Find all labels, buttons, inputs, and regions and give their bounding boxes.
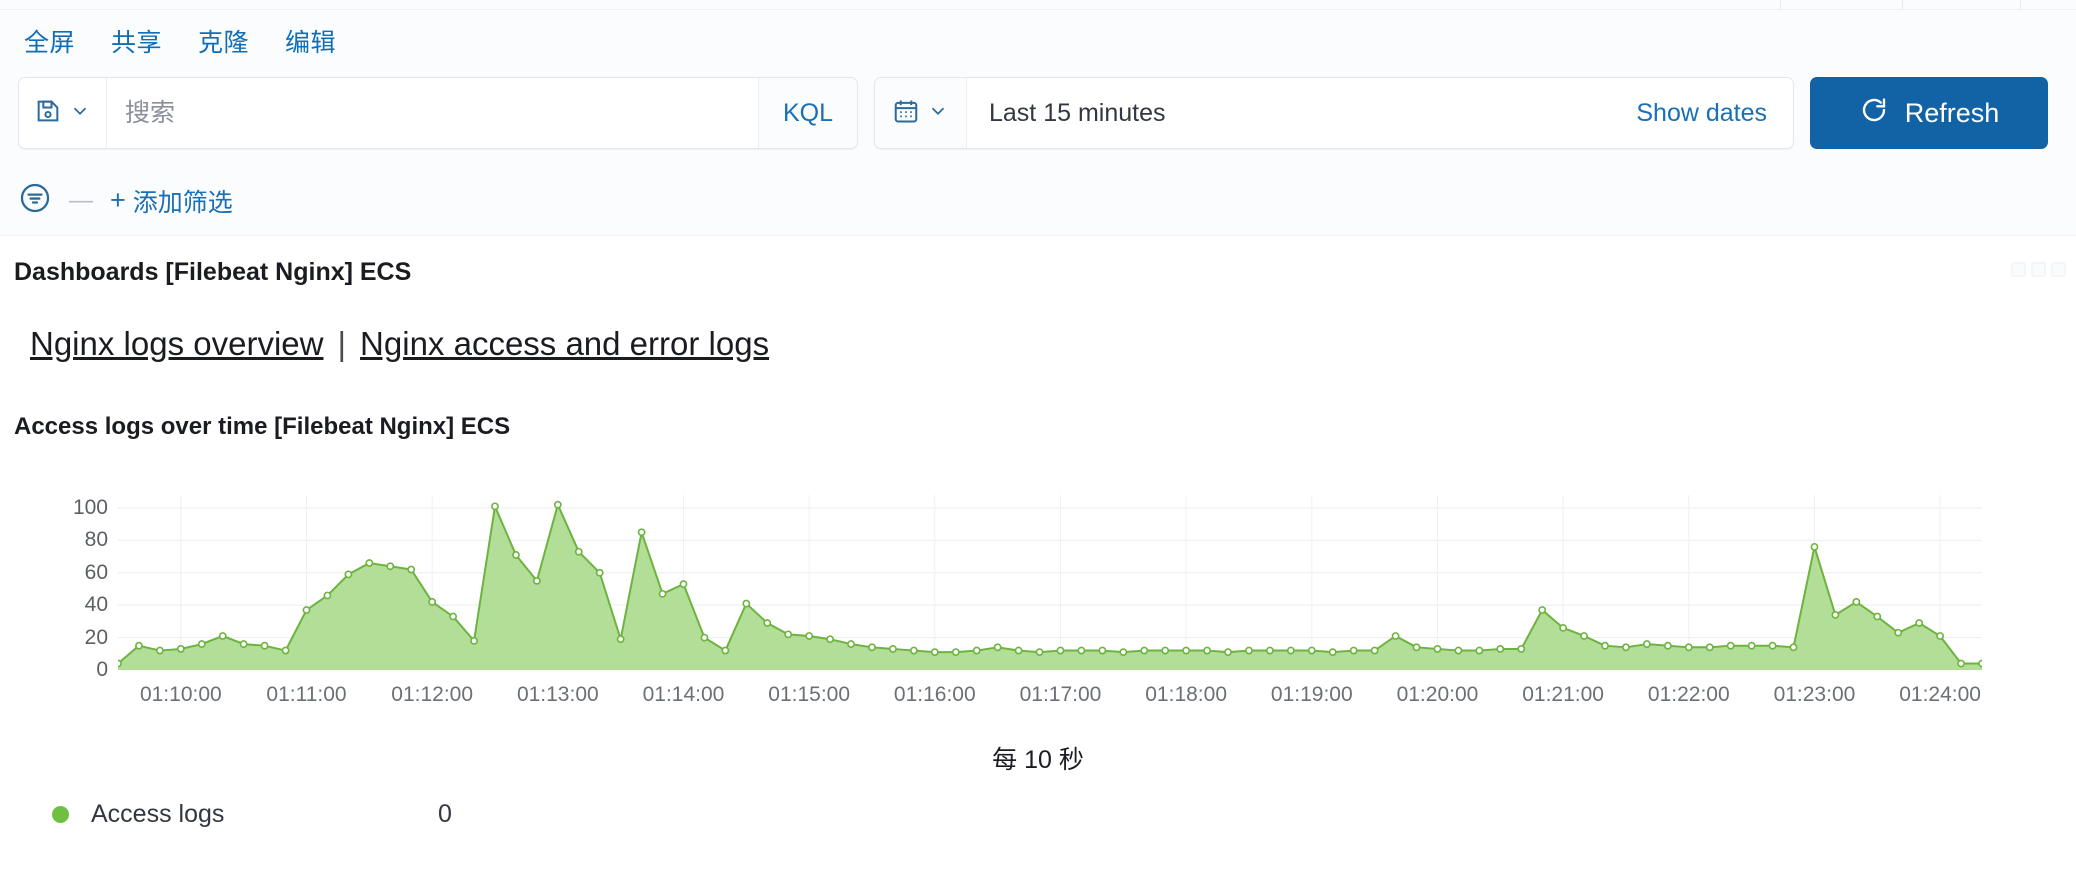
panel-menu-dot xyxy=(2031,262,2046,277)
x-axis-tick: 01:14:00 xyxy=(642,683,725,706)
link-nginx-logs-overview[interactable]: Nginx logs overview xyxy=(30,325,323,363)
legend-label: Access logs xyxy=(91,800,225,828)
panel-menu-dot xyxy=(2011,262,2026,277)
plus-icon: + xyxy=(110,185,126,215)
chevron-down-icon xyxy=(69,100,91,127)
y-axis-tick: 80 xyxy=(84,528,108,552)
x-axis-title: 每 10 秒 xyxy=(992,746,1084,774)
save-icon xyxy=(34,97,62,130)
search-group: KQL xyxy=(18,77,858,149)
refresh-icon xyxy=(1859,95,1889,132)
legend-value: 0 xyxy=(438,800,452,828)
menu-fullscreen[interactable]: 全屏 xyxy=(10,19,89,63)
x-axis-tick: 01:15:00 xyxy=(768,683,851,706)
refresh-label: Refresh xyxy=(1904,97,2000,128)
x-axis-tick: 01:13:00 xyxy=(516,683,599,706)
y-axis-tick: 20 xyxy=(84,625,108,649)
query-language-button[interactable]: KQL xyxy=(757,78,857,148)
x-axis-labels: 01:10:00 01:11:00 01:12:00 01:13:00 01:14:00… xyxy=(118,683,1982,717)
chart-plot[interactable] xyxy=(118,495,1982,670)
legend-color-dot xyxy=(52,806,69,823)
calendar-icon xyxy=(892,97,920,130)
dashboard-links: Nginx logs overview | Nginx access and e… xyxy=(30,325,769,363)
dashboard-menubar: 全屏 共享 克隆 编辑 xyxy=(0,10,2076,72)
access-logs-chart: 0 20 40 60 80 100 01:10:00 01:11:00 01:12:00 01:… xyxy=(0,495,2076,725)
add-filter-label: 添加筛选 xyxy=(132,188,233,217)
filter-separator: — xyxy=(69,186,93,214)
dashboard-title: Dashboards [Filebeat Nginx] ECS xyxy=(14,258,412,286)
search-input[interactable] xyxy=(125,98,740,128)
x-axis-tick: 01:11:00 xyxy=(266,683,347,706)
panel-title: Access logs over time [Filebeat Nginx] E… xyxy=(14,413,511,440)
filter-icon[interactable] xyxy=(18,181,52,220)
y-axis-tick: 0 xyxy=(96,658,108,681)
x-axis-tick: 01:17:00 xyxy=(1019,683,1102,706)
calendar-quick-select-button[interactable] xyxy=(875,78,967,148)
search-input-wrap xyxy=(107,78,758,148)
link-separator: | xyxy=(337,325,347,362)
x-axis-tick: 01:19:00 xyxy=(1270,683,1353,706)
y-axis-labels: 0 20 40 60 80 100 xyxy=(50,495,108,681)
saved-query-button[interactable] xyxy=(19,78,107,148)
filter-bar: — + 添加筛选 xyxy=(0,166,2076,236)
x-axis-tick: 01:21:00 xyxy=(1522,683,1604,706)
y-axis-tick: 40 xyxy=(84,593,108,617)
x-axis-tick: 01:10:00 xyxy=(139,683,222,706)
dashboard-page: 全屏 共享 克隆 编辑 搜索 KQL Last 15 minutes Show … xyxy=(0,0,2076,890)
panel-menu-dot xyxy=(2051,262,2066,277)
y-axis-tick: 100 xyxy=(72,495,108,519)
menu-share[interactable]: 共享 xyxy=(97,19,176,63)
top-sliver xyxy=(0,0,2076,10)
link-nginx-access-error-logs[interactable]: Nginx access and error logs xyxy=(360,325,769,363)
x-axis-tick: 01:23:00 xyxy=(1773,683,1856,706)
menu-clone[interactable]: 克隆 xyxy=(184,19,263,63)
chart-legend[interactable]: Access logs xyxy=(52,800,224,829)
refresh-button[interactable]: Refresh xyxy=(1810,77,2048,149)
x-axis-tick: 01:18:00 xyxy=(1145,683,1227,706)
x-axis-tick: 01:20:00 xyxy=(1396,683,1479,706)
date-range-display[interactable]: Last 15 minutes xyxy=(967,78,1610,148)
query-bar: KQL Last 15 minutes Show dates xyxy=(0,72,2076,166)
add-filter-button[interactable]: + 添加筛选 xyxy=(110,183,233,219)
x-axis-tick: 01:12:00 xyxy=(391,683,474,706)
chevron-down-icon xyxy=(927,100,949,127)
show-dates-button[interactable]: Show dates xyxy=(1610,78,1793,148)
x-axis-tick: 01:16:00 xyxy=(893,683,976,706)
date-picker-group: Last 15 minutes Show dates xyxy=(874,77,1794,149)
y-axis-tick: 60 xyxy=(84,560,108,584)
panel-context-menu[interactable] xyxy=(2011,262,2066,277)
menu-edit[interactable]: 编辑 xyxy=(271,19,350,63)
x-axis-tick: 01:22:00 xyxy=(1647,683,1730,706)
x-axis-tick: 01:24:00 xyxy=(1899,683,1981,706)
